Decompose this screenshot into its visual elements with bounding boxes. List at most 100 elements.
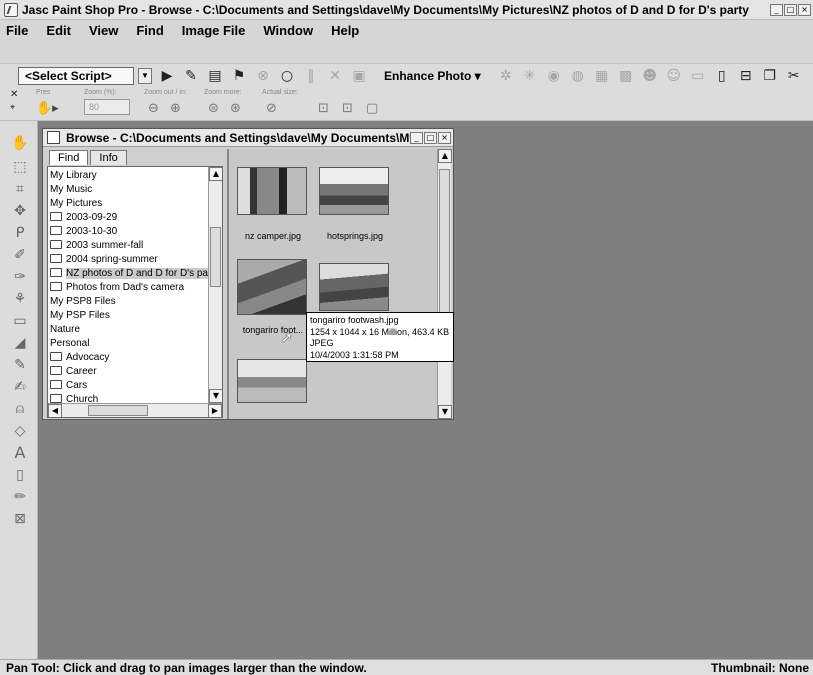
eraser-icon[interactable]: ◢ (10, 335, 30, 351)
minimize-button[interactable]: _ (770, 3, 783, 16)
browse-window[interactable]: Browse - C:\Documents and Settings\dave\… (42, 128, 454, 420)
color-balance-icon[interactable]: ◍ (569, 67, 587, 85)
new-file-icon[interactable]: ▯ (713, 67, 731, 85)
thumbnail-vertical-scrollbar[interactable]: ▲ ▼ (437, 149, 452, 419)
tree-item[interactable]: 2004 spring-summer (50, 253, 158, 267)
frame-icon[interactable]: ⊠ (10, 511, 30, 527)
zoom-more-in-icon[interactable]: ⊛ (230, 101, 241, 116)
maximize-button[interactable]: □ (784, 3, 797, 16)
clarify-icon[interactable]: ✳ (521, 67, 539, 85)
tree-item[interactable]: 2003 summer-fall (50, 239, 143, 253)
menu-file[interactable]: File (6, 23, 28, 38)
pan-preset-icon[interactable]: ✋▸ (36, 101, 59, 116)
paint-icon[interactable]: ✑ (10, 269, 30, 285)
tree-item[interactable]: Nature (50, 323, 80, 337)
paintbrush-icon[interactable]: ✎ (10, 357, 30, 373)
full-screen-icon[interactable]: ▢ (366, 101, 378, 116)
zoom-in-icon[interactable]: ⊕ (170, 101, 181, 116)
thumbnail-image[interactable] (319, 263, 389, 311)
menu-image-file[interactable]: Image File (182, 23, 246, 38)
tab-find[interactable]: Find (49, 150, 89, 165)
pen-icon[interactable]: ◇ (10, 423, 30, 439)
chevron-down-icon[interactable]: ▼ (138, 67, 152, 84)
fade-correction-icon[interactable]: ✲ (497, 67, 515, 85)
tree-item[interactable]: My PSP Files (50, 309, 110, 323)
portrait-icon[interactable]: ☺ (665, 67, 683, 85)
script-edit-icon[interactable]: ✎ (182, 67, 200, 85)
thumbnail-image[interactable] (237, 259, 307, 315)
tree-item[interactable]: NZ photos of D and D for D's part (50, 267, 215, 281)
thumb-scroll-up-button[interactable]: ▲ (438, 149, 452, 163)
open-file-icon[interactable]: ⊟ (737, 67, 755, 85)
fit-window-icon[interactable]: ⊡ (318, 101, 329, 116)
pan-icon[interactable]: ✋ (10, 135, 30, 151)
tree-item[interactable]: Advocacy (50, 351, 109, 365)
lasso-icon[interactable]: ᑭ (10, 225, 30, 241)
save-icon[interactable]: ▣ (350, 67, 368, 85)
zoom-field[interactable]: 80 (84, 99, 130, 115)
tree-item[interactable]: Career (50, 365, 97, 379)
menu-view[interactable]: View (89, 23, 118, 38)
picture-frame-icon[interactable]: ▭ (689, 67, 707, 85)
play-icon[interactable]: ▶ (158, 67, 176, 85)
tree-horizontal-scrollbar[interactable]: ◀ ▶ (48, 403, 222, 417)
menu-find[interactable]: Find (136, 23, 163, 38)
enhance-photo-menu[interactable]: Enhance Photo ▾ (384, 69, 481, 83)
browse-minimize-button[interactable]: _ (410, 131, 423, 144)
clone-icon[interactable]: ⚘ (10, 291, 30, 307)
tree-item[interactable]: Cars (50, 379, 87, 393)
scissors-icon[interactable]: ✂ (785, 67, 803, 85)
shape-icon[interactable]: ▭ (10, 313, 30, 329)
crop-icon[interactable]: ⌗ (10, 181, 30, 197)
script-select[interactable]: <Select Script> (18, 66, 134, 85)
script-run-icon[interactable]: ▤ (206, 67, 224, 85)
people-icon[interactable]: ☻ (641, 67, 659, 85)
photo-fix-icon[interactable]: ▦ (593, 67, 611, 85)
actual-size-icon[interactable]: ⊘ (266, 101, 277, 116)
zoom-out-icon[interactable]: ⊖ (148, 101, 159, 116)
thumbnail-image[interactable] (319, 167, 389, 215)
tree-item[interactable]: My Pictures (50, 197, 102, 211)
scroll-right-button[interactable]: ▶ (208, 404, 222, 417)
menu-edit[interactable]: Edit (46, 23, 71, 38)
tree-item[interactable]: 2003-10-30 (50, 225, 117, 239)
pause-icon[interactable]: ‖ (302, 67, 320, 85)
select-icon[interactable]: ⬚ (10, 159, 30, 175)
tree-item[interactable]: My Library (50, 169, 97, 183)
red-eye-icon[interactable]: ◉ (545, 67, 563, 85)
menu-help[interactable]: Help (331, 23, 359, 38)
close-palette-icon[interactable]: ✕ (10, 89, 18, 100)
text-icon[interactable]: A (10, 443, 30, 462)
cancel-icon[interactable]: ✕ (326, 67, 344, 85)
record-icon[interactable]: ⚑ (230, 67, 248, 85)
copy-icon[interactable]: ❐ (761, 67, 779, 85)
tree-vertical-scrollbar[interactable]: ▲ ▼ (208, 167, 222, 403)
scroll-up-button[interactable]: ▲ (209, 167, 222, 181)
tree-item[interactable]: 2003-09-29 (50, 211, 117, 225)
menu-window[interactable]: Window (263, 23, 313, 38)
tab-info[interactable]: Info (90, 150, 127, 165)
thumb-scroll-down-button[interactable]: ▼ (438, 405, 452, 419)
thumbnail-image[interactable] (237, 359, 307, 403)
close-button[interactable]: × (798, 3, 811, 16)
app-icon[interactable] (4, 2, 18, 17)
move-icon[interactable]: ✥ (10, 203, 30, 219)
thumb-scroll-thumb[interactable] (439, 169, 450, 319)
landscape-icon[interactable]: ▩ (617, 67, 635, 85)
browse-title-bar[interactable]: Browse - C:\Documents and Settings\dave\… (43, 129, 453, 147)
rectangle-icon[interactable]: ▯ (10, 467, 30, 483)
zoom-more-out-icon[interactable]: ⊜ (208, 101, 219, 116)
dropper-icon[interactable]: ✐ (10, 247, 30, 263)
scroll-thumb[interactable] (210, 227, 221, 287)
pin-icon[interactable]: ⌖ (10, 103, 15, 113)
scroll-left-button[interactable]: ◀ (48, 404, 62, 417)
tree-item[interactable]: Photos from Dad's camera (50, 281, 184, 295)
pencil-icon[interactable]: ✏ (10, 489, 30, 505)
scroll-down-button[interactable]: ▼ (209, 389, 222, 403)
tree-item[interactable]: My PSP8 Files (50, 295, 116, 309)
browse-maximize-button[interactable]: □ (424, 131, 437, 144)
stop-icon[interactable]: ⊗ (254, 67, 272, 85)
browse-close-button[interactable]: × (438, 131, 451, 144)
circle-icon[interactable]: ○ (278, 67, 296, 85)
tree-item[interactable]: My Music (50, 183, 92, 197)
